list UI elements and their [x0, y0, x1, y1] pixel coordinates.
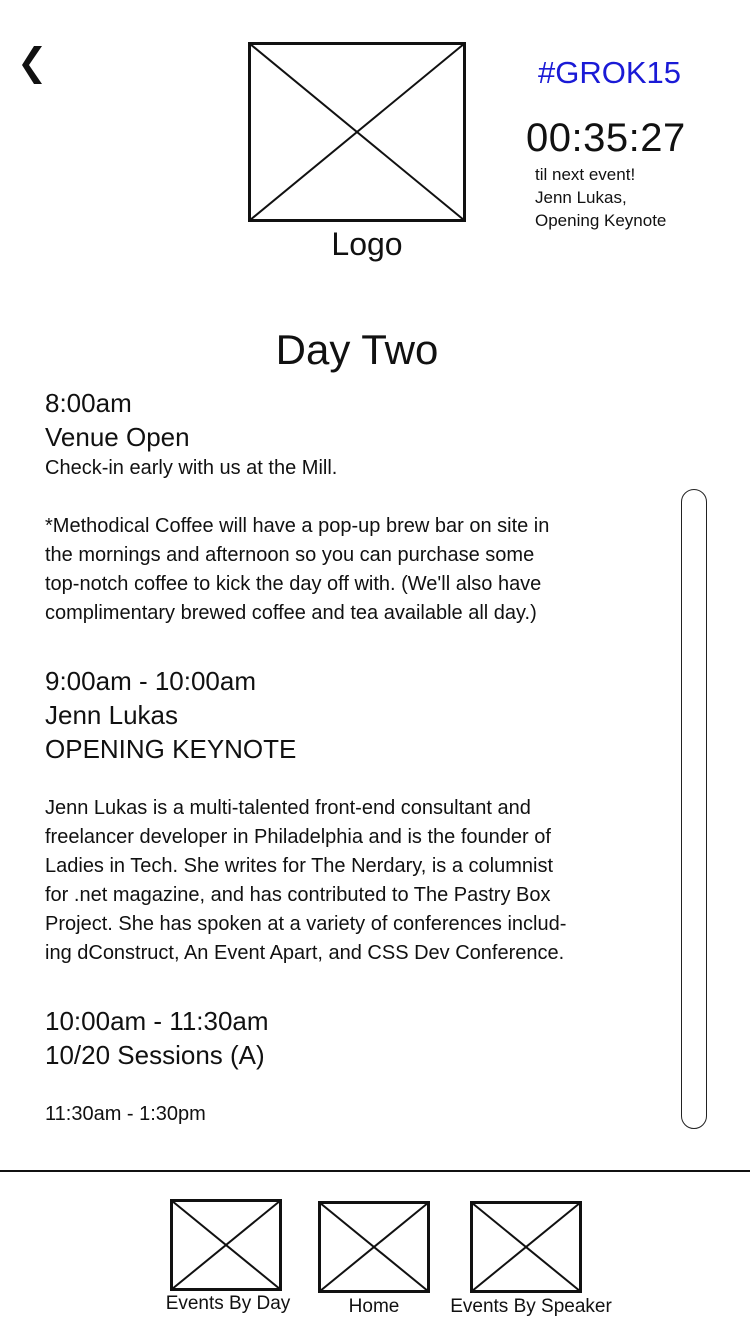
description-line: complimentary brewed coffee and tea avai…	[45, 602, 537, 624]
description-line: top-notch coffee to kick the day off wit…	[45, 573, 542, 595]
event-time: 10:00am - 11:30am	[45, 1006, 269, 1036]
schedule-item[interactable]: 11:30am - 1:30pm	[45, 1100, 645, 1128]
divider	[0, 1170, 750, 1172]
description-line: freelancer developer in Philadelphia and…	[45, 826, 551, 848]
countdown-timer: 00:35:27	[526, 116, 686, 160]
event-time: 9:00am - 10:00am	[45, 666, 257, 696]
description-line: Jenn Lukas is a multi-talented front-end…	[45, 797, 531, 819]
event-hashtag[interactable]: #GROK15	[538, 55, 681, 91]
scrollbar[interactable]	[681, 489, 707, 1129]
schedule-list: 8:00am Venue Open Check-in early with us…	[45, 386, 645, 1128]
next-event-speaker: Jenn Lukas,	[535, 188, 627, 207]
description-line: *Methodical Coffee will have a pop-up br…	[45, 515, 550, 537]
event-description: Check-in early with us at the Mill. *Met…	[45, 454, 645, 628]
item-gap	[45, 1072, 645, 1100]
description-line: Check-in early with us at the Mill.	[45, 457, 338, 479]
image-placeholder-icon	[170, 1199, 282, 1291]
event-description: Jenn Lukas is a multi-talented front-end…	[45, 794, 645, 968]
nav-label[interactable]: Events By Day	[148, 1293, 308, 1315]
schedule-item[interactable]: 10:00am - 11:30am 10/20 Sessions (A)	[45, 1004, 645, 1072]
description-line: ing dConstruct, An Event Apart, and CSS …	[45, 942, 565, 964]
next-event-title: Opening Keynote	[535, 211, 667, 230]
event-title: 10/20 Sessions (A)	[45, 1040, 265, 1070]
event-time: 11:30am - 1:30pm	[45, 1103, 206, 1125]
image-placeholder-icon	[248, 42, 466, 222]
nav-events-by-speaker[interactable]	[470, 1201, 582, 1298]
event-title: OPENING KEYNOTE	[45, 734, 297, 764]
next-event-info: til next event! Jenn Lukas, Opening Keyn…	[535, 163, 666, 232]
chevron-left-icon	[22, 46, 42, 84]
item-gap	[45, 628, 645, 664]
image-placeholder-icon	[470, 1201, 582, 1293]
page-title: Day Two	[275, 326, 439, 373]
description-line: for .net magazine, and has contributed t…	[45, 884, 551, 906]
event-speaker: Jenn Lukas	[45, 700, 178, 730]
logo-label: Logo	[331, 226, 403, 262]
countdown-caption: til next event!	[535, 165, 636, 184]
schedule-item[interactable]: 8:00am Venue Open Check-in early with us…	[45, 386, 645, 628]
description-line: the mornings and afternoon so you can pu…	[45, 544, 535, 566]
logo	[248, 42, 466, 222]
event-time: 8:00am	[45, 388, 132, 418]
image-placeholder-icon	[318, 1201, 430, 1293]
event-title: Venue Open	[45, 422, 190, 452]
description-line: Ladies in Tech. She writes for The Nerda…	[45, 855, 554, 877]
description-line: Project. She has spoken at a variety of …	[45, 913, 567, 935]
nav-label[interactable]: Home	[318, 1296, 430, 1318]
nav-events-by-day[interactable]	[170, 1199, 282, 1296]
schedule-item[interactable]: 9:00am - 10:00am Jenn Lukas OPENING KEYN…	[45, 664, 645, 968]
back-button[interactable]	[20, 44, 52, 88]
nav-label[interactable]: Events By Speaker	[441, 1296, 621, 1318]
item-gap	[45, 968, 645, 1004]
nav-home[interactable]	[318, 1201, 430, 1298]
